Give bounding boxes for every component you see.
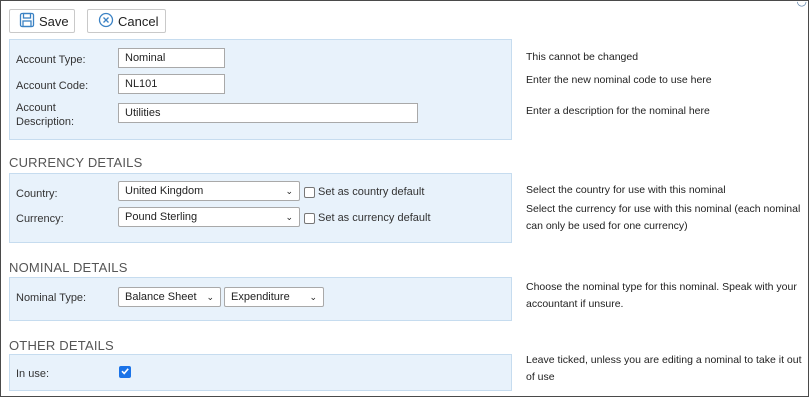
currency-label: Currency: (16, 213, 64, 225)
currency-default-checkbox[interactable] (304, 213, 315, 224)
chevron-down-icon: ⌄ (285, 185, 293, 196)
country-default-label: Set as country default (318, 186, 425, 198)
nominal-type-select[interactable]: Balance Sheet ⌄ (118, 287, 221, 307)
account-description-label: Account Description: (16, 101, 74, 129)
account-type-value: Nominal (125, 52, 166, 64)
help-in-use: Leave ticked, unless you are editing a n… (526, 354, 802, 383)
currency-select-value: Pound Sterling (125, 211, 198, 223)
other-details-panel (9, 354, 512, 391)
help-country: Select the country for use with this nom… (526, 184, 726, 196)
help-account-code: Enter the new nominal code to use here (526, 74, 712, 86)
other-details-heading: OTHER DETAILS (9, 338, 114, 353)
cancel-icon (98, 12, 118, 31)
account-description-label-line1: Account (16, 102, 56, 114)
corner-partial-icon: ◡ (796, 0, 807, 8)
account-description-value: Utilities (125, 107, 161, 119)
nominal-type-value: Balance Sheet (125, 291, 197, 303)
save-button-label: Save (39, 13, 69, 29)
nominal-type-label: Nominal Type: (16, 292, 87, 304)
country-label: Country: (16, 188, 58, 200)
chevron-down-icon: ⌄ (285, 211, 293, 222)
save-icon (19, 12, 39, 31)
checkmark-icon (120, 363, 130, 381)
help-nominal-type: Choose the nominal type for this nominal… (526, 281, 797, 310)
cancel-button-label: Cancel (118, 13, 159, 29)
account-description-label-line2: Description: (16, 116, 75, 128)
nominal-subtype-value: Expenditure (231, 291, 290, 303)
in-use-checkbox[interactable] (119, 366, 131, 378)
help-account-type: This cannot be changed (526, 51, 639, 63)
account-type-label: Account Type: (16, 54, 86, 66)
country-default-checkbox[interactable] (304, 187, 315, 198)
account-code-input[interactable]: NL101 (118, 74, 225, 94)
nominal-details-heading: NOMINAL DETAILS (9, 260, 128, 275)
currency-default-label: Set as currency default (318, 212, 431, 224)
cancel-button[interactable]: Cancel (87, 9, 166, 33)
chevron-down-icon: ⌄ (206, 291, 214, 302)
country-select-value: United Kingdom (125, 185, 204, 197)
save-button[interactable]: Save (9, 9, 75, 33)
help-account-description: Enter a description for the nominal here (526, 105, 710, 117)
account-code-value: NL101 (125, 78, 158, 90)
country-select[interactable]: United Kingdom ⌄ (118, 181, 300, 201)
nominal-subtype-select[interactable]: Expenditure ⌄ (224, 287, 324, 307)
help-currency: Select the currency for use with this no… (526, 203, 801, 232)
account-code-label: Account Code: (16, 80, 89, 92)
account-type-field: Nominal (118, 48, 225, 68)
currency-select[interactable]: Pound Sterling ⌄ (118, 207, 300, 227)
currency-details-heading: CURRENCY DETAILS (9, 155, 143, 170)
account-description-input[interactable]: Utilities (118, 103, 418, 123)
chevron-down-icon: ⌄ (309, 291, 317, 302)
in-use-label: In use: (16, 368, 50, 380)
